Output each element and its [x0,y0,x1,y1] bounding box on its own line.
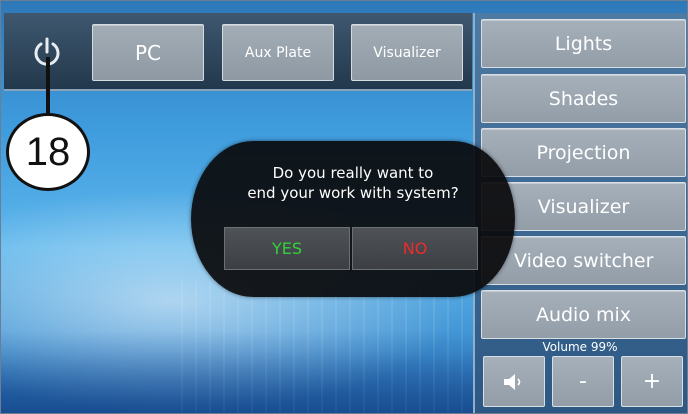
dialog-message-line-1: Do you really want to [272,164,434,182]
dialog-message: Do you really want to end your work with… [191,163,515,203]
menu-shades-button[interactable]: Shades [481,74,686,123]
no-button[interactable]: NO [352,227,478,270]
menu-lights-button[interactable]: Lights [481,19,686,68]
callout-pointer [46,57,50,117]
shutdown-confirm-dialog: Do you really want to end your work with… [191,141,515,297]
speaker-mute-icon [504,373,521,390]
menu-audio-mix-button[interactable]: Audio mix [481,290,686,339]
dialog-message-line-2: end your work with system? [247,184,459,202]
volume-up-button[interactable]: + [621,356,683,407]
background-glow [1,331,481,413]
volume-down-button[interactable]: - [552,356,614,407]
touch-panel-screen: PC Aux Plate Visualizer 18 Lights Shades… [0,0,688,414]
top-bar: PC Aux Plate Visualizer [4,13,472,91]
callout-number: 18 [6,113,90,191]
source-visualizer-button[interactable]: Visualizer [351,24,463,81]
source-pc-button[interactable]: PC [92,24,204,81]
source-aux-plate-button[interactable]: Aux Plate [222,24,334,81]
mute-button[interactable] [483,356,545,407]
volume-level-label: Volume 99% [542,340,618,354]
yes-button[interactable]: YES [224,227,350,270]
